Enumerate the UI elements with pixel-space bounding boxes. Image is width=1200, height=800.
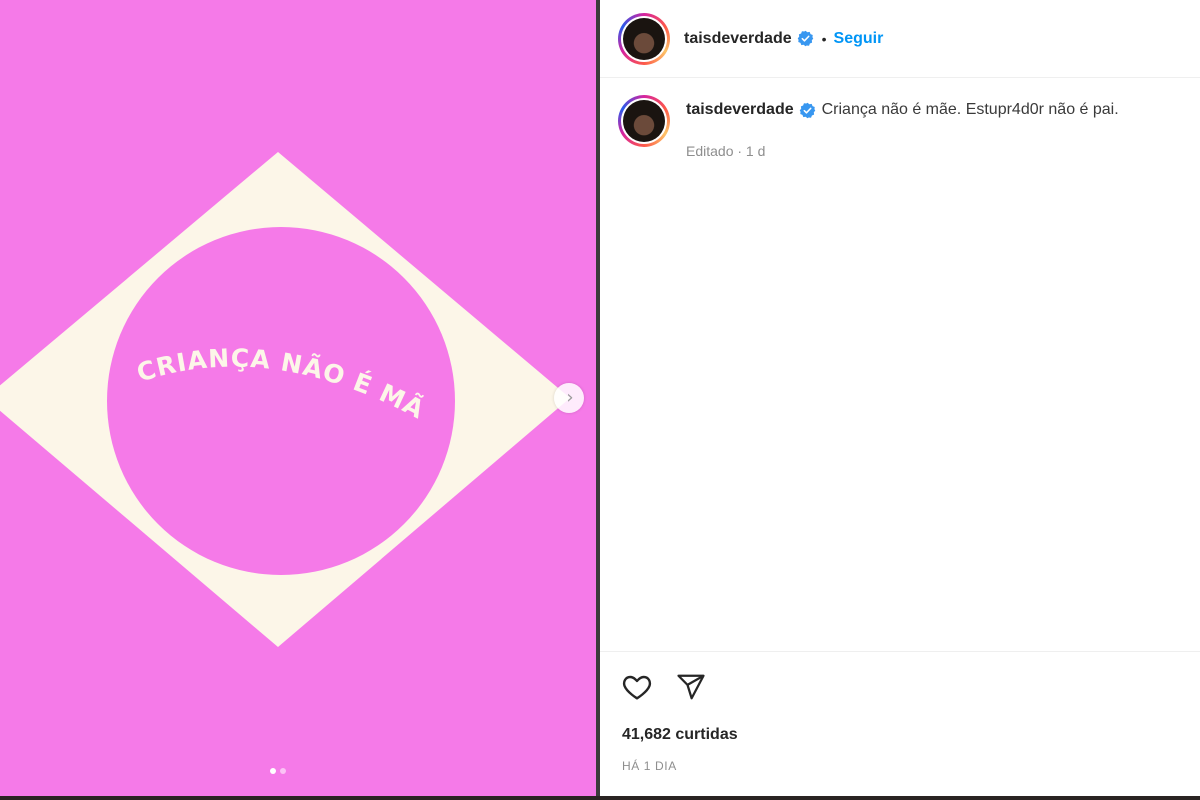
chevron-right-icon: › [566,387,574,408]
post-artwork: CRIANÇA NÃO É MÃE [0,0,570,647]
like-count[interactable]: 41,682 curtidas [622,726,738,744]
header-separator: • [821,30,827,47]
post-timestamp[interactable]: HÁ 1 DIA [622,759,677,773]
carousel-dot-active [270,768,276,774]
verified-badge-icon [799,102,815,118]
post-sidebar: taisdeverdade • Seguir taisdeverdade Cri… [600,0,1200,796]
bottom-edge [0,796,1200,800]
avatar-image [623,17,665,60]
post-media[interactable]: CRIANÇA NÃO É MÃE › [0,0,596,797]
verified-badge-icon [797,30,813,47]
follow-button[interactable]: Seguir [834,30,884,48]
post-header: taisdeverdade • Seguir [600,0,1200,78]
heart-icon [622,675,652,700]
author-username[interactable]: taisdeverdade [684,30,792,48]
caption-text: Criança não é mãe. Estupr4d0r não é pai. [821,101,1119,118]
avatar-image [623,100,665,142]
caption-avatar[interactable] [618,95,670,147]
caption-meta: Editado · 1 d [686,143,766,159]
carousel-indicator [270,768,286,774]
post-actions: 41,682 curtidas HÁ 1 DIA [600,651,1200,796]
paper-plane-icon [677,674,705,700]
carousel-dot [280,768,286,774]
author-avatar[interactable] [618,12,670,65]
share-button[interactable] [674,670,708,704]
post-caption: taisdeverdade Criança não é mãe. Estupr4… [618,95,1188,159]
like-button[interactable] [620,670,654,704]
caption-username[interactable]: taisdeverdade [686,101,794,119]
next-slide-button[interactable]: › [554,383,584,413]
